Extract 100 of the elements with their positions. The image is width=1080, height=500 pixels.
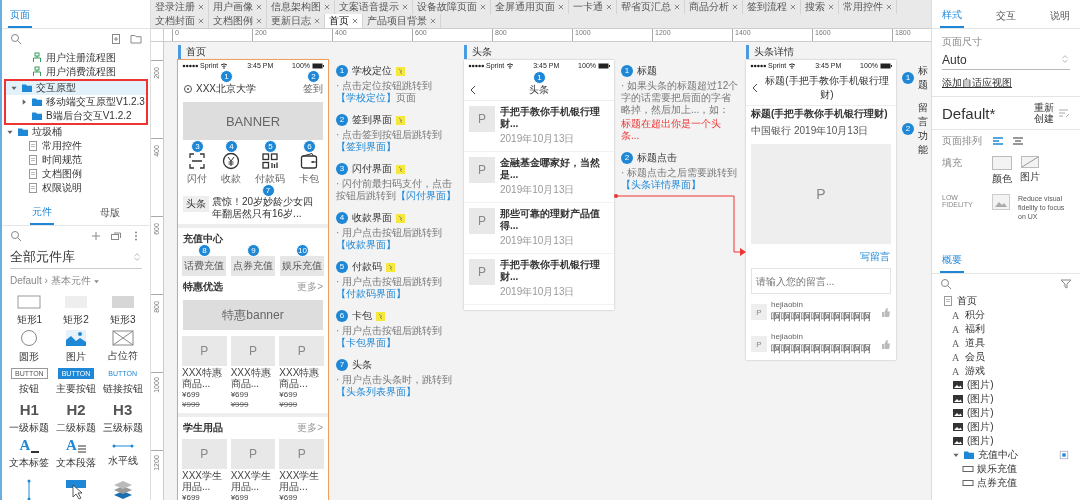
recreate-button[interactable]: 重新创建 [1034,102,1054,124]
shortcut-label[interactable]: 闪付 [187,172,207,186]
recharge-button[interactable]: 娱乐充值 [280,256,324,276]
number-badge: 4 [336,212,348,224]
outline-item[interactable]: A 道具 [932,336,1080,350]
write-comment-link[interactable]: 写留言 [860,250,890,264]
widget-item[interactable]: H1 一级标题 [6,401,53,435]
annotation-title: 签到界面 [352,113,392,127]
panel-tab[interactable]: 母版 [98,203,122,225]
breadcrumb[interactable]: Default › 基本元件 [10,274,91,288]
widget-item[interactable]: H3 三级标题 [99,401,146,435]
outline-item[interactable]: A 游戏 [932,364,1080,378]
comment-text: 啊啊啊啊啊啊啊啊啊啊 [771,342,872,356]
widget-item[interactable]: 矩形3 [99,293,146,327]
annotation-title: 学校定位 [352,64,392,78]
product-thumbnail: P [230,336,276,366]
recharge-button[interactable]: 点券充值 [231,256,275,276]
page-tree-item[interactable]: 交互原型 [6,81,146,95]
page-tree-item[interactable]: 时间规范 [2,153,150,167]
page-size-select[interactable]: Auto [942,53,967,67]
banner: BANNER [183,102,323,140]
panel-tab[interactable]: 元件 [30,203,54,225]
panel-tab[interactable]: 样式 [940,6,964,28]
panel-tab[interactable]: 说明 [1048,6,1072,28]
promo-banner: 特惠banner [183,300,323,330]
outline-item[interactable]: A 会员 [932,350,1080,364]
product-price: ¥699 [279,493,299,500]
page-tree-item[interactable]: 文档图例 [2,167,150,181]
add-view-link[interactable]: 添加自适应视图 [932,70,1080,96]
recharge-button[interactable]: 话费充值 [182,256,226,276]
page-link[interactable]: 【签到界面】 [336,141,396,152]
outline-item[interactable]: (图片) [932,392,1080,406]
annotation-title: 标题点击 [637,151,677,165]
panel-tab[interactable]: 交互 [994,6,1018,28]
page-tree-item[interactable]: 用户消费流程图 [2,65,150,79]
product-thumbnail: P [279,439,324,469]
outline-item[interactable]: (图片) [932,420,1080,434]
page-link[interactable]: 【学校定位】 [336,92,396,103]
outline-item[interactable]: A 福利 [932,322,1080,336]
page-tree-item[interactable]: 移动端交互原型V1.2.3 [6,95,146,109]
original-price: ¥999 [182,400,201,409]
widget-item[interactable]: 水平线 [99,437,146,471]
annotation-title: 付款码 [352,260,382,274]
number-badge: 6 [336,310,348,322]
page-link[interactable]: 【收款界面】 [336,239,396,250]
pages-tab[interactable]: 页面 [8,6,32,28]
page-tree-item[interactable]: 垃圾桶 [2,125,150,139]
article-date: 2019年10月13日 [794,124,869,138]
library-select[interactable]: 全部元件库 [10,248,75,266]
shortcut-label[interactable]: 收款 [221,172,241,186]
article-title[interactable]: 金融基金哪家好，当然是... [500,157,609,181]
news-text[interactable]: 震惊！20岁妙龄少女四年翻居然只有16岁... [212,196,323,220]
article-title[interactable]: 手把手教你手机银行理财... [500,259,609,283]
thumbnail: P [469,106,495,132]
outline-item[interactable]: 点券充值 [932,476,1080,490]
widget-item[interactable]: A 文本标签 [6,437,53,471]
annotation-text: · 点击签到按钮后跳转到 【签到界面】 [336,129,444,153]
page-tree-item[interactable]: 用户注册流程图 [2,51,150,65]
outline-item[interactable]: 娱乐充值 [932,462,1080,476]
widget-item[interactable]: 矩形2 [52,293,100,327]
annotation-title: 留言功能 [918,101,929,157]
article-date: 2019年10月13日 [500,132,576,146]
marker-pin: 2 [307,70,320,83]
widget-item[interactable]: H2 二级标题 [52,401,100,435]
comment-text: 啊啊啊啊啊啊啊啊啊啊 [771,310,872,324]
page-tree-item[interactable]: 权限说明 [2,181,150,195]
heading-preview: H2 [66,401,86,418]
outline-item[interactable]: (图片) [932,378,1080,392]
outline-item[interactable]: (图片) [932,406,1080,420]
page-link[interactable]: 【卡包界面】 [336,337,396,348]
shortcut-label[interactable]: 付款码 [255,172,285,186]
page-tree-item[interactable]: 常用控件 [2,139,150,153]
product-name: XXX特惠商品... [230,367,272,389]
marker-pin: 6 [303,140,316,153]
outline-item[interactable]: A 积分 [932,308,1080,322]
page-tree-item[interactable]: B端后台交互V1.2.2 [6,109,146,123]
widget-item[interactable]: 图片 [52,329,100,363]
widget-item[interactable]: A 文本段落 [52,437,100,471]
annotation-text: · 标题点击之后需要跳转到 【头条详情界面】 [621,167,739,191]
outline-tab[interactable]: 概要 [940,251,964,273]
widget-item[interactable]: 占位符 [99,329,146,363]
widget-item[interactable]: 矩形1 [6,293,53,327]
article-title[interactable]: 那些可靠的理财产品值得... [500,208,609,232]
outline-item[interactable]: (图片) [932,434,1080,448]
comment-field[interactable]: 请输入您的留言... [751,268,891,294]
outline-item[interactable]: 首页 [932,294,1080,308]
page-link[interactable]: 【头条详情界面】 [621,179,701,190]
page-link[interactable]: 【闪付界面】 [396,190,456,201]
article-title[interactable]: 手把手教你手机银行理财... [500,106,609,130]
outline-item[interactable]: 充值中心 [932,448,1080,462]
location-text[interactable]: XXX北京大学 [196,82,256,96]
document-tab[interactable]: 首页 [325,14,363,28]
page-link[interactable]: 【付款码界面】 [336,288,406,299]
shortcut-label[interactable]: 卡包 [299,172,319,186]
section-heading: 特惠优选 [183,280,223,294]
checkin-link[interactable]: 签到 [303,82,323,96]
page-link[interactable]: 【头条列表界面】 [336,386,416,397]
widget-item[interactable]: 圆形 [6,329,53,363]
annotation-title: 收款界面 [352,211,392,225]
warning-text: 标题在超出你是一个头条... [621,118,722,142]
